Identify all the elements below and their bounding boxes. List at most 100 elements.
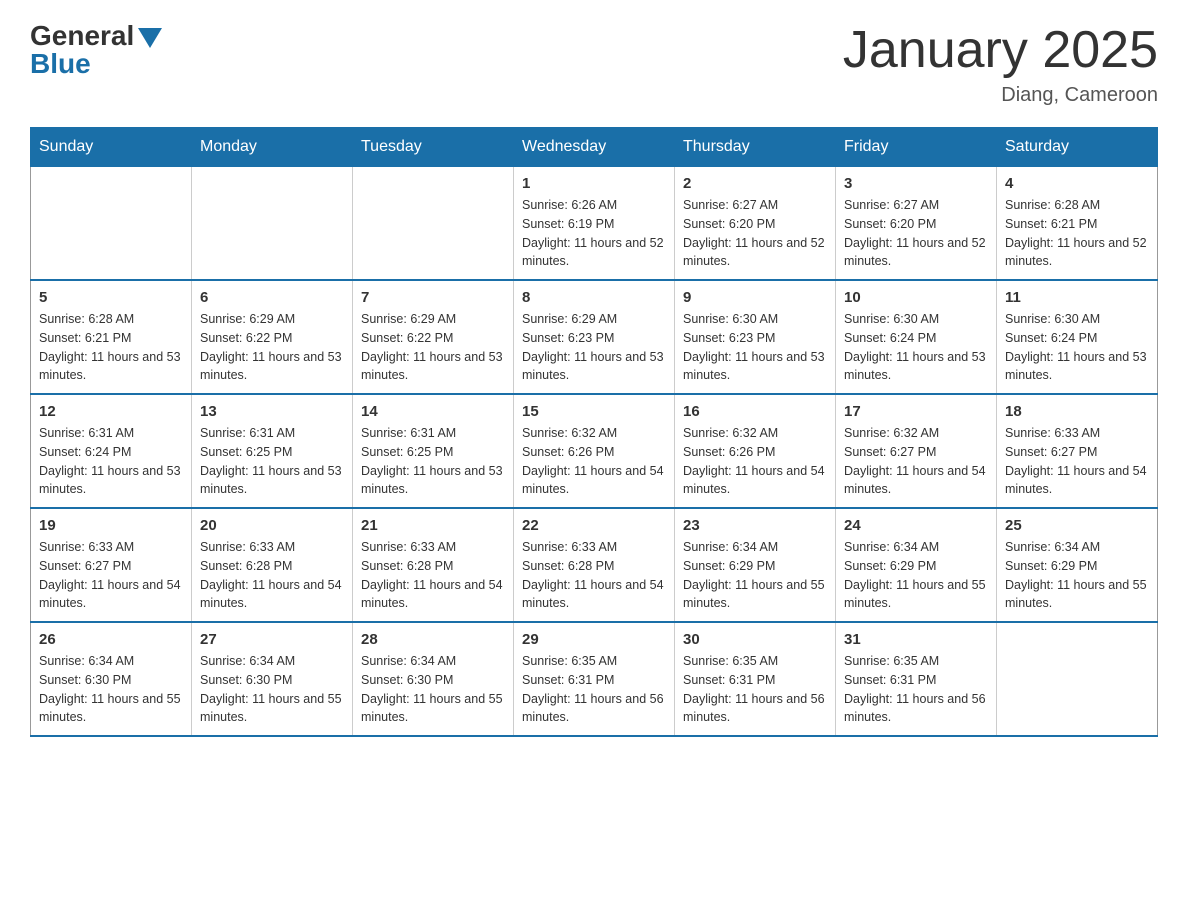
calendar-body: 1 Sunrise: 6:26 AM Sunset: 6:19 PM Daylig…	[31, 167, 1158, 737]
calendar-cell: 9 Sunrise: 6:30 AM Sunset: 6:23 PM Daylig…	[675, 280, 836, 394]
day-info: Sunrise: 6:33 AM Sunset: 6:28 PM Dayligh…	[522, 538, 666, 613]
calendar-cell: 27Sunrise: 6:34 AM Sunset: 6:30 PM Dayli…	[192, 622, 353, 736]
day-number: 4	[1005, 175, 1149, 192]
day-number: 9	[683, 289, 827, 306]
calendar-week-row: 12 Sunrise: 6:31 AM Sunset: 6:24 PM Dayli…	[31, 394, 1158, 508]
day-number: 21	[361, 517, 505, 534]
day-number: 15	[522, 403, 666, 420]
calendar-cell: 1 Sunrise: 6:26 AM Sunset: 6:19 PM Daylig…	[514, 167, 675, 281]
calendar-cell: 25Sunrise: 6:34 AM Sunset: 6:29 PM Dayli…	[997, 508, 1158, 622]
day-info: Sunrise: 6:28 AM Sunset: 6:21 PM Dayligh…	[39, 310, 183, 385]
calendar-cell: 23 Sunrise: 6:34 AM Sunset: 6:29 PM Dayli…	[675, 508, 836, 622]
day-info: Sunrise: 6:27 AM Sunset: 6:20 PM Dayligh…	[844, 196, 988, 271]
calendar-cell: 12 Sunrise: 6:31 AM Sunset: 6:24 PM Dayli…	[31, 394, 192, 508]
day-number: 27	[200, 631, 344, 648]
day-number: 5	[39, 289, 183, 306]
day-info: Sunrise: 6:31 AM Sunset: 6:25 PM Dayligh…	[361, 424, 505, 499]
day-number: 12	[39, 403, 183, 420]
day-info: Sunrise: 6:29 AM Sunset: 6:22 PM Dayligh…	[361, 310, 505, 385]
day-info: Sunrise: 6:29 AM Sunset: 6:22 PM Dayligh…	[200, 310, 344, 385]
logo: General Blue	[30, 20, 162, 80]
calendar-cell: 13 Sunrise: 6:31 AM Sunset: 6:25 PM Dayli…	[192, 394, 353, 508]
day-number: 17	[844, 403, 988, 420]
calendar-cell: 6 Sunrise: 6:29 AM Sunset: 6:22 PM Daylig…	[192, 280, 353, 394]
location-text: Diang, Cameroon	[843, 84, 1158, 107]
calendar-cell: 19 Sunrise: 6:33 AM Sunset: 6:27 PM Dayli…	[31, 508, 192, 622]
calendar-week-row: 1 Sunrise: 6:26 AM Sunset: 6:19 PM Daylig…	[31, 167, 1158, 281]
calendar-cell: 5 Sunrise: 6:28 AM Sunset: 6:21 PM Daylig…	[31, 280, 192, 394]
calendar-cell: 24Sunrise: 6:34 AM Sunset: 6:29 PM Dayli…	[836, 508, 997, 622]
calendar-cell: 14 Sunrise: 6:31 AM Sunset: 6:25 PM Dayli…	[353, 394, 514, 508]
day-info: Sunrise: 6:30 AM Sunset: 6:23 PM Dayligh…	[683, 310, 827, 385]
calendar-cell: 22 Sunrise: 6:33 AM Sunset: 6:28 PM Dayli…	[514, 508, 675, 622]
day-info: Sunrise: 6:31 AM Sunset: 6:25 PM Dayligh…	[200, 424, 344, 499]
day-number: 2	[683, 175, 827, 192]
day-of-week-header: Sunday	[31, 128, 192, 167]
day-number: 25	[1005, 517, 1149, 534]
day-number: 28	[361, 631, 505, 648]
day-info: Sunrise: 6:27 AM Sunset: 6:20 PM Dayligh…	[683, 196, 827, 271]
calendar-week-row: 26Sunrise: 6:34 AM Sunset: 6:30 PM Dayli…	[31, 622, 1158, 736]
day-info: Sunrise: 6:30 AM Sunset: 6:24 PM Dayligh…	[1005, 310, 1149, 385]
day-number: 29	[522, 631, 666, 648]
day-info: Sunrise: 6:33 AM Sunset: 6:27 PM Dayligh…	[39, 538, 183, 613]
calendar-week-row: 19 Sunrise: 6:33 AM Sunset: 6:27 PM Dayli…	[31, 508, 1158, 622]
logo-triangle-icon	[138, 28, 162, 48]
calendar-cell	[192, 167, 353, 281]
day-of-week-header: Tuesday	[353, 128, 514, 167]
page-header: General Blue January 2025 Diang, Cameroo…	[30, 20, 1158, 107]
day-info: Sunrise: 6:33 AM Sunset: 6:27 PM Dayligh…	[1005, 424, 1149, 499]
calendar-cell: 15Sunrise: 6:32 AM Sunset: 6:26 PM Dayli…	[514, 394, 675, 508]
day-number: 11	[1005, 289, 1149, 306]
day-number: 3	[844, 175, 988, 192]
day-of-week-header: Thursday	[675, 128, 836, 167]
calendar-cell: 2 Sunrise: 6:27 AM Sunset: 6:20 PM Daylig…	[675, 167, 836, 281]
day-number: 16	[683, 403, 827, 420]
day-info: Sunrise: 6:30 AM Sunset: 6:24 PM Dayligh…	[844, 310, 988, 385]
calendar-cell: 18Sunrise: 6:33 AM Sunset: 6:27 PM Dayli…	[997, 394, 1158, 508]
day-of-week-header: Saturday	[997, 128, 1158, 167]
day-of-week-header: Monday	[192, 128, 353, 167]
day-number: 14	[361, 403, 505, 420]
day-info: Sunrise: 6:31 AM Sunset: 6:24 PM Dayligh…	[39, 424, 183, 499]
calendar-header: SundayMondayTuesdayWednesdayThursdayFrid…	[31, 128, 1158, 167]
day-info: Sunrise: 6:34 AM Sunset: 6:29 PM Dayligh…	[683, 538, 827, 613]
day-number: 10	[844, 289, 988, 306]
calendar-cell	[353, 167, 514, 281]
day-info: Sunrise: 6:32 AM Sunset: 6:26 PM Dayligh…	[683, 424, 827, 499]
calendar-cell: 11 Sunrise: 6:30 AM Sunset: 6:24 PM Dayli…	[997, 280, 1158, 394]
calendar-week-row: 5 Sunrise: 6:28 AM Sunset: 6:21 PM Daylig…	[31, 280, 1158, 394]
day-info: Sunrise: 6:32 AM Sunset: 6:27 PM Dayligh…	[844, 424, 988, 499]
day-info: Sunrise: 6:35 AM Sunset: 6:31 PM Dayligh…	[683, 652, 827, 727]
day-info: Sunrise: 6:29 AM Sunset: 6:23 PM Dayligh…	[522, 310, 666, 385]
day-number: 13	[200, 403, 344, 420]
day-info: Sunrise: 6:35 AM Sunset: 6:31 PM Dayligh…	[522, 652, 666, 727]
calendar-cell: 20Sunrise: 6:33 AM Sunset: 6:28 PM Dayli…	[192, 508, 353, 622]
calendar-table: SundayMondayTuesdayWednesdayThursdayFrid…	[30, 127, 1158, 737]
calendar-cell: 8Sunrise: 6:29 AM Sunset: 6:23 PM Daylig…	[514, 280, 675, 394]
day-number: 26	[39, 631, 183, 648]
day-number: 22	[522, 517, 666, 534]
day-number: 23	[683, 517, 827, 534]
day-info: Sunrise: 6:26 AM Sunset: 6:19 PM Dayligh…	[522, 196, 666, 271]
day-info: Sunrise: 6:35 AM Sunset: 6:31 PM Dayligh…	[844, 652, 988, 727]
header-row: SundayMondayTuesdayWednesdayThursdayFrid…	[31, 128, 1158, 167]
calendar-cell: 26Sunrise: 6:34 AM Sunset: 6:30 PM Dayli…	[31, 622, 192, 736]
day-number: 31	[844, 631, 988, 648]
calendar-cell: 4Sunrise: 6:28 AM Sunset: 6:21 PM Daylig…	[997, 167, 1158, 281]
day-number: 7	[361, 289, 505, 306]
calendar-cell	[31, 167, 192, 281]
day-number: 1	[522, 175, 666, 192]
calendar-cell: 7 Sunrise: 6:29 AM Sunset: 6:22 PM Daylig…	[353, 280, 514, 394]
day-of-week-header: Friday	[836, 128, 997, 167]
logo-blue-text: Blue	[30, 48, 91, 80]
day-number: 20	[200, 517, 344, 534]
calendar-cell: 29 Sunrise: 6:35 AM Sunset: 6:31 PM Dayli…	[514, 622, 675, 736]
calendar-cell: 10 Sunrise: 6:30 AM Sunset: 6:24 PM Dayli…	[836, 280, 997, 394]
day-info: Sunrise: 6:34 AM Sunset: 6:29 PM Dayligh…	[844, 538, 988, 613]
calendar-cell	[997, 622, 1158, 736]
calendar-cell: 30Sunrise: 6:35 AM Sunset: 6:31 PM Dayli…	[675, 622, 836, 736]
day-number: 6	[200, 289, 344, 306]
day-number: 19	[39, 517, 183, 534]
calendar-cell: 17 Sunrise: 6:32 AM Sunset: 6:27 PM Dayli…	[836, 394, 997, 508]
